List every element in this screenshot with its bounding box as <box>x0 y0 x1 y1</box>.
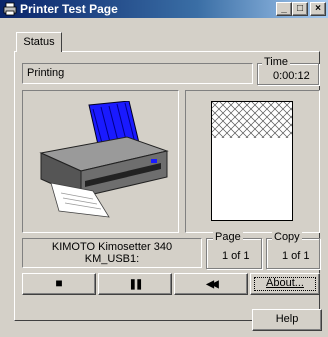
rewind-button[interactable]: ◀◀ <box>174 273 248 295</box>
stop-icon: ■ <box>55 276 63 290</box>
printer-icon <box>3 2 17 16</box>
tab-status[interactable]: Status <box>16 32 62 52</box>
status-field: Printing <box>22 63 253 84</box>
printer-illustration-icon <box>39 101 169 218</box>
stop-button[interactable]: ■ <box>22 273 96 295</box>
page-preview-icon <box>211 101 293 221</box>
printer-name: KIMOTO Kimosetter 340 <box>51 241 173 253</box>
copy-value: 1 of 1 <box>282 250 310 262</box>
page-label: Page <box>213 231 243 243</box>
time-value: 0:00:12 <box>273 70 310 82</box>
help-label: Help <box>275 313 299 325</box>
window-title: Printer Test Page <box>20 2 118 16</box>
rewind-icon: ◀◀ <box>206 279 219 290</box>
time-label: Time <box>262 56 291 68</box>
about-button[interactable]: About... <box>250 273 320 295</box>
help-button[interactable]: Help <box>252 309 322 331</box>
pause-icon: ❚❚ <box>128 279 144 290</box>
page-value: 1 of 1 <box>222 250 250 262</box>
close-button[interactable]: × <box>310 2 326 16</box>
copy-label: Copy <box>272 231 302 243</box>
page-preview-panel <box>185 90 320 233</box>
printer-port: KM_USB1: <box>84 253 140 265</box>
printer-name-field: KIMOTO Kimosetter 340 KM_USB1: <box>22 238 202 268</box>
maximize-button[interactable]: □ <box>292 2 308 16</box>
focus-rect <box>254 277 316 291</box>
printer-illustration-panel <box>22 90 179 233</box>
minimize-button[interactable]: _ <box>276 2 292 16</box>
pause-button[interactable]: ❚❚ <box>98 273 172 295</box>
status-text: Printing <box>27 67 65 79</box>
